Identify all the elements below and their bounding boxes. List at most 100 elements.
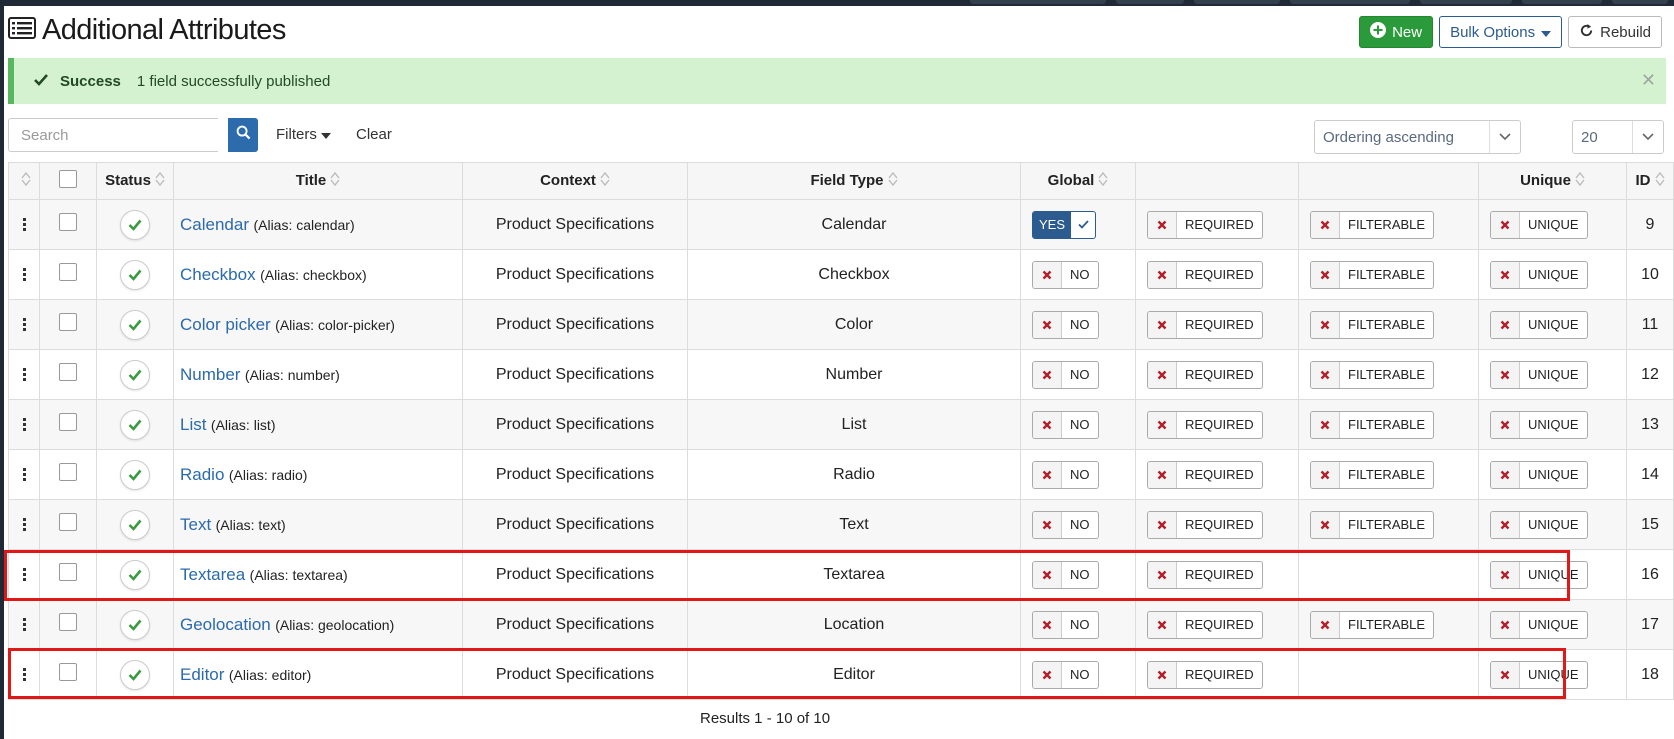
unique-toggle[interactable]: UNIQUE: [1490, 310, 1588, 339]
filterable-toggle[interactable]: FILTERABLE: [1310, 360, 1435, 389]
required-toggle-label: REQUIRED: [1185, 367, 1254, 382]
required-toggle[interactable]: REQUIRED: [1147, 360, 1263, 389]
filterable-toggle[interactable]: FILTERABLE: [1310, 510, 1435, 539]
row-checkbox[interactable]: [59, 513, 77, 531]
unique-toggle[interactable]: UNIQUE: [1490, 510, 1588, 539]
new-button[interactable]: New: [1359, 16, 1434, 48]
row-checkbox[interactable]: [59, 213, 77, 231]
field-type-header-label: Field Type: [810, 171, 884, 189]
close-icon[interactable]: ✕: [1641, 70, 1656, 91]
status-cell: [96, 499, 174, 550]
global-toggle[interactable]: NO: [1032, 260, 1099, 289]
field-title-link[interactable]: Radio: [180, 465, 224, 484]
search-input[interactable]: [8, 118, 218, 152]
global-toggle[interactable]: NO: [1032, 460, 1099, 489]
filterable-toggle[interactable]: FILTERABLE: [1310, 310, 1435, 339]
global-toggle[interactable]: YES: [1032, 210, 1097, 239]
list-limit-select[interactable]: 20: [1572, 120, 1664, 154]
field-type-column-header[interactable]: Field Type: [687, 162, 1021, 200]
drag-handle-icon[interactable]: [9, 318, 39, 331]
unique-column-header[interactable]: Unique: [1478, 162, 1627, 200]
x-icon: [1491, 261, 1520, 288]
field-title-link[interactable]: Text: [180, 515, 211, 534]
row-checkbox[interactable]: [59, 463, 77, 481]
global-toggle[interactable]: NO: [1032, 410, 1099, 439]
ordering-column-header[interactable]: [8, 162, 40, 200]
global-toggle[interactable]: NO: [1032, 510, 1099, 539]
row-checkbox[interactable]: [59, 313, 77, 331]
global-column-header[interactable]: Global: [1020, 162, 1136, 200]
context-column-header[interactable]: Context: [462, 162, 688, 200]
unique-toggle[interactable]: UNIQUE: [1490, 610, 1588, 639]
published-check-icon[interactable]: [120, 259, 150, 290]
required-toggle[interactable]: REQUIRED: [1147, 460, 1263, 489]
x-icon: [1491, 311, 1520, 338]
ordering-select[interactable]: Ordering ascending: [1314, 120, 1521, 154]
bulk-options-button[interactable]: Bulk Options: [1439, 16, 1563, 48]
drag-handle-icon[interactable]: [9, 218, 39, 231]
select-all-header: [39, 162, 97, 200]
filterable-toggle[interactable]: FILTERABLE: [1310, 460, 1435, 489]
unique-toggle[interactable]: UNIQUE: [1490, 260, 1588, 289]
required-toggle[interactable]: REQUIRED: [1147, 510, 1263, 539]
published-check-icon[interactable]: [120, 359, 150, 390]
field-title-link[interactable]: Color picker: [180, 315, 271, 334]
drag-handle-icon[interactable]: [9, 418, 39, 431]
published-check-icon[interactable]: [120, 509, 150, 540]
global-toggle[interactable]: NO: [1032, 310, 1099, 339]
required-toggle[interactable]: REQUIRED: [1147, 210, 1263, 239]
x-icon: [1148, 511, 1177, 538]
row-checkbox[interactable]: [59, 263, 77, 281]
field-title-link[interactable]: Calendar: [180, 215, 249, 234]
required-toggle[interactable]: REQUIRED: [1147, 310, 1263, 339]
filterable-toggle[interactable]: FILTERABLE: [1310, 610, 1435, 639]
unique-toggle[interactable]: UNIQUE: [1490, 360, 1588, 389]
x-icon: [1311, 311, 1340, 338]
unique-toggle[interactable]: UNIQUE: [1490, 210, 1588, 239]
published-check-icon[interactable]: [120, 459, 150, 490]
row-checkbox-cell: [39, 299, 97, 350]
row-checkbox[interactable]: [59, 613, 77, 631]
title-column-header[interactable]: Title: [173, 162, 463, 200]
published-check-icon[interactable]: [120, 309, 150, 340]
unique-toggle[interactable]: UNIQUE: [1490, 410, 1588, 439]
status-column-header[interactable]: Status: [96, 162, 174, 200]
global-toggle[interactable]: NO: [1032, 610, 1099, 639]
row-checkbox[interactable]: [59, 413, 77, 431]
unique-cell: UNIQUE: [1478, 499, 1627, 550]
drag-handle-icon[interactable]: [9, 518, 39, 531]
filterable-toggle[interactable]: FILTERABLE: [1310, 210, 1435, 239]
published-check-icon[interactable]: [120, 609, 150, 640]
unique-toggle[interactable]: UNIQUE: [1490, 460, 1588, 489]
select-all-checkbox[interactable]: [59, 170, 77, 188]
global-toggle[interactable]: NO: [1032, 360, 1099, 389]
unique-toggle-label: UNIQUE: [1528, 267, 1579, 282]
row-checkbox[interactable]: [59, 363, 77, 381]
clear-button[interactable]: Clear: [356, 126, 392, 143]
search-button[interactable]: [228, 118, 258, 152]
published-check-icon[interactable]: [120, 409, 150, 440]
field-title-link[interactable]: Checkbox: [180, 265, 256, 284]
required-toggle[interactable]: REQUIRED: [1147, 610, 1263, 639]
x-icon: [1491, 411, 1520, 438]
drag-handle-icon[interactable]: [9, 468, 39, 481]
row-checkbox-cell: [39, 499, 97, 550]
required-toggle[interactable]: REQUIRED: [1147, 260, 1263, 289]
x-icon: [1311, 611, 1340, 638]
drag-handle-icon[interactable]: [9, 618, 39, 631]
required-cell: REQUIRED: [1135, 249, 1299, 300]
field-title-link[interactable]: Number: [180, 365, 240, 384]
id-column-header[interactable]: ID: [1626, 162, 1674, 200]
rebuild-button[interactable]: Rebuild: [1568, 16, 1662, 48]
field-title-link[interactable]: List: [180, 415, 206, 434]
filterable-toggle[interactable]: FILTERABLE: [1310, 410, 1435, 439]
filterable-toggle[interactable]: FILTERABLE: [1310, 260, 1435, 289]
required-toggle[interactable]: REQUIRED: [1147, 410, 1263, 439]
drag-handle-icon[interactable]: [9, 368, 39, 381]
filters-button[interactable]: Filters: [276, 126, 332, 143]
drag-handle-icon[interactable]: [9, 268, 39, 281]
published-check-icon[interactable]: [120, 209, 150, 240]
id-cell: 12: [1626, 349, 1674, 400]
field-title-link[interactable]: Geolocation: [180, 615, 271, 634]
sort-icon: [1098, 171, 1108, 190]
